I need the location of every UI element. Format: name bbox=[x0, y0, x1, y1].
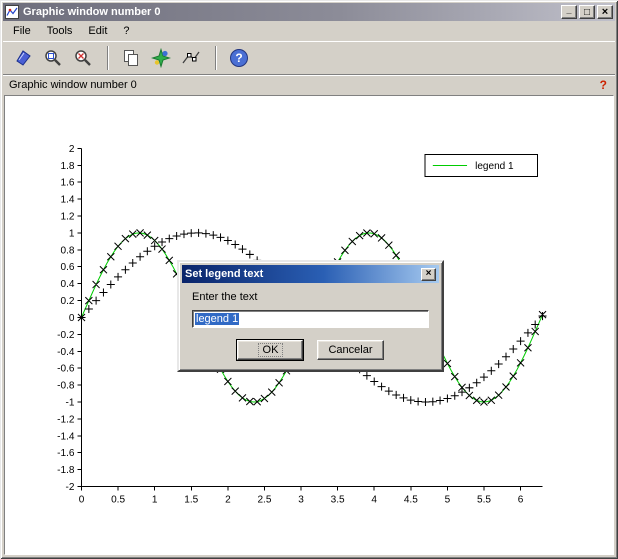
menu-edit[interactable]: Edit bbox=[80, 23, 115, 39]
svg-text:3: 3 bbox=[298, 495, 304, 506]
menu-tools[interactable]: Tools bbox=[39, 23, 81, 39]
svg-text:1: 1 bbox=[152, 495, 158, 506]
svg-text:1.8: 1.8 bbox=[60, 161, 74, 172]
svg-text:-1.6: -1.6 bbox=[57, 448, 75, 459]
svg-text:1.6: 1.6 bbox=[60, 178, 74, 189]
dialog-titlebar[interactable]: Set legend text × bbox=[182, 265, 439, 283]
graphic-editor-icon bbox=[151, 48, 171, 68]
ok-button[interactable]: OK bbox=[237, 340, 303, 360]
svg-text:1.5: 1.5 bbox=[184, 495, 198, 506]
toolbar: ? bbox=[3, 41, 615, 75]
figure-name-label: Graphic window number 0 bbox=[9, 79, 137, 91]
datatip-button[interactable] bbox=[177, 44, 205, 72]
help-button[interactable]: ? bbox=[225, 44, 253, 72]
svg-text:legend 1: legend 1 bbox=[475, 161, 514, 172]
svg-text:6: 6 bbox=[518, 495, 524, 506]
rotate-icon bbox=[13, 48, 33, 68]
toolbar-separator bbox=[107, 46, 109, 70]
toolbar-separator bbox=[215, 46, 217, 70]
legend-box[interactable]: legend 1 bbox=[425, 154, 538, 176]
svg-text:-0.2: -0.2 bbox=[57, 330, 75, 341]
zoom-area-icon bbox=[43, 48, 63, 68]
svg-text:0.2: 0.2 bbox=[60, 296, 74, 307]
menu-help[interactable]: ? bbox=[115, 23, 137, 39]
svg-text:-0.6: -0.6 bbox=[57, 364, 75, 375]
maximize-button[interactable]: □ bbox=[579, 5, 595, 19]
info-bar: Graphic window number 0 ? bbox=[3, 75, 615, 95]
svg-text:1.4: 1.4 bbox=[60, 195, 74, 206]
svg-text:0.6: 0.6 bbox=[60, 262, 74, 273]
close-icon: × bbox=[602, 6, 608, 18]
svg-text:1.2: 1.2 bbox=[60, 212, 74, 223]
svg-text:0.5: 0.5 bbox=[111, 495, 125, 506]
svg-text:2.5: 2.5 bbox=[257, 495, 271, 506]
svg-text:5.5: 5.5 bbox=[477, 495, 491, 506]
zoom-area-button[interactable] bbox=[39, 44, 67, 72]
svg-text:3.5: 3.5 bbox=[331, 495, 345, 506]
svg-text:2: 2 bbox=[225, 495, 231, 506]
svg-text:?: ? bbox=[235, 51, 242, 65]
svg-text:-1: -1 bbox=[66, 398, 75, 409]
input-selected-text: legend 1 bbox=[195, 313, 239, 325]
svg-text:-2: -2 bbox=[66, 482, 75, 493]
dialog-message: Enter the text bbox=[192, 291, 429, 303]
original-view-icon bbox=[73, 48, 93, 68]
minimize-button[interactable]: _ bbox=[561, 5, 577, 19]
minimize-icon: _ bbox=[566, 5, 571, 15]
svg-text:0: 0 bbox=[79, 495, 85, 506]
svg-text:2: 2 bbox=[69, 144, 75, 155]
svg-text:0.8: 0.8 bbox=[60, 245, 74, 256]
close-button[interactable]: × bbox=[597, 5, 613, 19]
dialog-body: Enter the text legend 1 OK Cancelar bbox=[182, 283, 439, 360]
close-icon: × bbox=[426, 268, 432, 279]
svg-text:0.4: 0.4 bbox=[60, 279, 74, 290]
set-legend-dialog: Set legend text × Enter the text legend … bbox=[177, 260, 444, 372]
graphic-editor-button[interactable] bbox=[147, 44, 175, 72]
window-title: Graphic window number 0 bbox=[23, 6, 561, 18]
copy-icon bbox=[121, 48, 141, 68]
maximize-icon: □ bbox=[584, 7, 590, 18]
dialog-title: Set legend text bbox=[185, 268, 421, 280]
svg-text:5: 5 bbox=[445, 495, 451, 506]
menu-file[interactable]: File bbox=[5, 23, 39, 39]
svg-text:-0.4: -0.4 bbox=[57, 347, 75, 358]
info-help-marker: ? bbox=[600, 78, 607, 92]
svg-text:-0.8: -0.8 bbox=[57, 381, 75, 392]
menu-bar: File Tools Edit ? bbox=[3, 21, 615, 41]
help-icon: ? bbox=[229, 48, 249, 68]
svg-text:-1.2: -1.2 bbox=[57, 414, 75, 425]
cancel-button[interactable]: Cancelar bbox=[317, 340, 383, 360]
dialog-buttons: OK Cancelar bbox=[192, 340, 429, 360]
window-icon bbox=[5, 5, 19, 19]
datatip-icon bbox=[181, 48, 201, 68]
svg-text:-1.4: -1.4 bbox=[57, 431, 75, 442]
graphic-window: Graphic window number 0 _ □ × File Tools… bbox=[0, 0, 618, 559]
legend-text-input[interactable]: legend 1 bbox=[192, 310, 429, 328]
original-view-button[interactable] bbox=[69, 44, 97, 72]
svg-text:4: 4 bbox=[371, 495, 377, 506]
dialog-close-button[interactable]: × bbox=[421, 268, 436, 281]
svg-text:0: 0 bbox=[69, 313, 75, 324]
svg-text:1: 1 bbox=[69, 228, 75, 239]
copy-button[interactable] bbox=[117, 44, 145, 72]
svg-text:4.5: 4.5 bbox=[404, 495, 418, 506]
rotate-button[interactable] bbox=[9, 44, 37, 72]
svg-text:-1.8: -1.8 bbox=[57, 465, 75, 476]
titlebar[interactable]: Graphic window number 0 _ □ × bbox=[3, 3, 615, 21]
